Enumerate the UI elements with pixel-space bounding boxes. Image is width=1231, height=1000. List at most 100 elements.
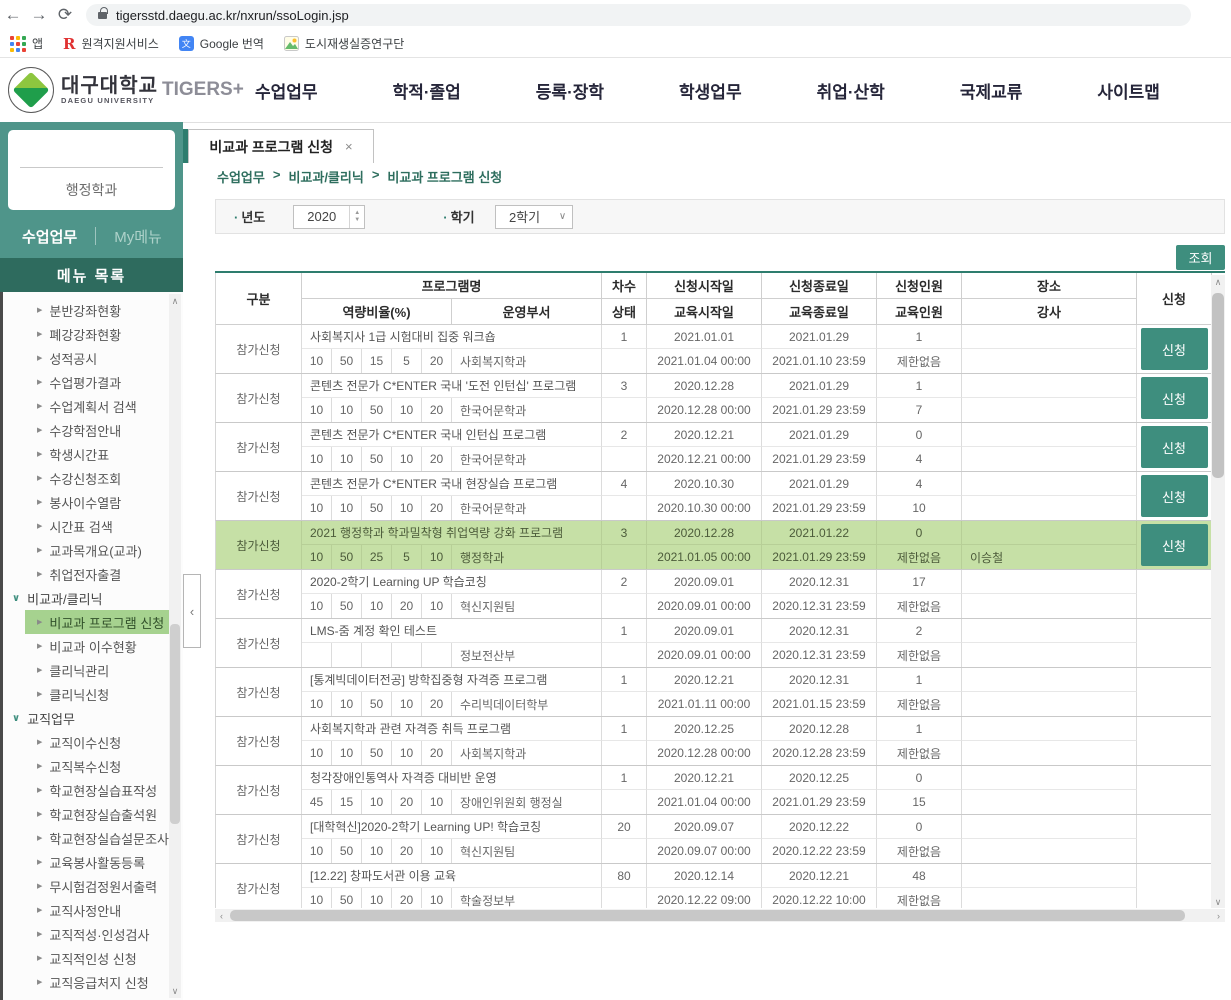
cell-apply-start: 2020.12.21: [647, 766, 762, 790]
scroll-up-icon[interactable]: ∧: [169, 294, 181, 308]
col-apply-end: 신청종료일: [762, 273, 877, 299]
sidebar-item[interactable]: ▶수강신청조회: [3, 466, 183, 490]
sidebar-group[interactable]: ∨교직업무: [3, 706, 183, 730]
cell-ratio: 10: [332, 398, 362, 422]
semester-select[interactable]: 2학기 ∨: [495, 205, 573, 229]
sidebar-item[interactable]: ▶분반강좌현황: [3, 298, 183, 322]
cell-program-name: 콘텐츠 전문가 C*ENTER 국내 '도전 인턴십' 프로그램: [302, 374, 602, 398]
apply-button[interactable]: 신청: [1141, 377, 1208, 419]
apply-button[interactable]: 신청: [1141, 475, 1208, 517]
cell-status: [602, 888, 647, 908]
sidebar-item[interactable]: ▶교직이수신청: [3, 730, 183, 754]
sidebar-tab-work[interactable]: 수업업무: [22, 226, 77, 247]
nav-item[interactable]: 국제교류: [960, 78, 1023, 103]
breadcrumb-item[interactable]: 비교과 프로그램 신청: [387, 167, 502, 186]
cell-department: 사회복지학과: [452, 741, 602, 765]
cell-category: 참가신청: [216, 374, 302, 422]
table-vertical-scrollbar[interactable]: ∧ ∨: [1211, 275, 1225, 908]
refresh-icon[interactable]: ⟳: [52, 5, 78, 25]
nav-item[interactable]: 등록·장학: [536, 78, 604, 103]
table-horizontal-scrollbar[interactable]: ‹ ›: [215, 909, 1225, 922]
sidebar-item[interactable]: ▶비교과 이수현황: [3, 634, 183, 658]
sidebar-item[interactable]: ▶학생시간표: [3, 442, 183, 466]
bookmark-google-translate[interactable]: 文 Google 번역: [179, 35, 264, 52]
back-icon[interactable]: ←: [0, 5, 26, 25]
scroll-down-icon[interactable]: ∨: [1211, 895, 1225, 908]
nav-item[interactable]: 수업업무: [255, 78, 318, 103]
table-row-group: 참가신청[통계빅데이터전공] 방학집중형 자격증 프로그램1010501020수…: [215, 668, 1211, 717]
scrollbar-thumb[interactable]: [1212, 293, 1224, 478]
cell-edu-count: 제한없음: [877, 741, 962, 765]
sidebar-item[interactable]: ▶수업계획서 검색: [3, 394, 183, 418]
cell-category: 참가신청: [216, 521, 302, 569]
close-icon[interactable]: ×: [345, 139, 353, 154]
page-tab[interactable]: 비교과 프로그램 신청 ×: [188, 129, 374, 163]
bookmark-label: Google 번역: [200, 35, 264, 52]
scrollbar-thumb[interactable]: [230, 910, 1185, 921]
sidebar-item[interactable]: ▶학교현장실습설문조사: [3, 826, 183, 850]
bookmark-apps[interactable]: 앱: [10, 35, 43, 52]
nav-item[interactable]: 사이트맵: [1097, 78, 1160, 103]
apply-button[interactable]: 신청: [1141, 426, 1208, 468]
bookmark-urban-research[interactable]: 도시재생실증연구단: [284, 35, 404, 52]
bookmark-remote-support[interactable]: R 원격지원서비스: [63, 35, 159, 53]
sidebar-item[interactable]: ▶무시험검정원서출력: [3, 874, 183, 898]
university-logo[interactable]: 대구대학교 DAEGU UNIVERSITY TIGERS+: [8, 67, 244, 113]
sidebar-item[interactable]: ▶교직복수신청: [3, 754, 183, 778]
nav-item[interactable]: 학적·졸업: [393, 78, 461, 103]
sidebar-item[interactable]: ▶성적공시: [3, 346, 183, 370]
address-bar[interactable]: tigersstd.daegu.ac.kr/nxrun/ssoLogin.jsp: [86, 4, 1191, 26]
sidebar-item[interactable]: ▶취업전자출결: [3, 562, 183, 586]
sidebar-item-label: 교직업무: [27, 709, 75, 728]
lock-icon: [98, 12, 107, 19]
sidebar-item[interactable]: ▶학교현장실습출석원: [3, 802, 183, 826]
table-row-group: 참가신청LMS-줌 계정 확인 테스트정보전산부12020.09.012020.…: [215, 619, 1211, 668]
search-button[interactable]: 조회: [1176, 245, 1225, 270]
sidebar-group[interactable]: ∨비교과/클리닉: [3, 586, 183, 610]
cell-order: 1: [602, 325, 647, 349]
sidebar-menu-list: ▶분반강좌현황▶폐강강좌현황▶성적공시▶수업평가결과▶수업계획서 검색▶수강학점…: [3, 292, 183, 994]
sidebar-collapse-handle[interactable]: ‹: [183, 574, 201, 648]
breadcrumb-item[interactable]: 비교과/클리닉: [288, 167, 363, 186]
scroll-down-icon[interactable]: ∨: [169, 984, 181, 998]
sidebar-item[interactable]: ▶교과목개요(교과): [3, 538, 183, 562]
year-spinner[interactable]: 2020 ▲▼: [293, 205, 365, 229]
sidebar-item[interactable]: ▶교직적성·인성검사: [3, 922, 183, 946]
sidebar-item[interactable]: ▶수강학점안내: [3, 418, 183, 442]
cell-edu-end: 2021.01.29 23:59: [762, 447, 877, 471]
profile-photo-area: [20, 130, 163, 168]
apply-button[interactable]: 신청: [1141, 328, 1208, 370]
apply-button[interactable]: 신청: [1141, 524, 1208, 566]
sidebar-tab-my[interactable]: My메뉴: [114, 226, 162, 247]
year-value[interactable]: 2020: [294, 209, 349, 224]
sidebar-item[interactable]: ▶교육봉사활동등록: [3, 850, 183, 874]
nav-item[interactable]: 학생업무: [679, 78, 742, 103]
scroll-right-icon[interactable]: ›: [1212, 911, 1225, 921]
sidebar-item[interactable]: ▶시간표 검색: [3, 514, 183, 538]
scrollbar-thumb[interactable]: [170, 624, 180, 824]
breadcrumb-item[interactable]: 수업업무: [217, 167, 265, 186]
cell-place: [962, 570, 1137, 594]
sidebar-item-label: 수강학점안내: [49, 421, 121, 440]
sidebar-item[interactable]: ▶비교과 프로그램 신청: [25, 610, 169, 634]
sidebar-item[interactable]: ▶교직적인성 신청: [3, 946, 183, 970]
scroll-up-icon[interactable]: ∧: [1211, 275, 1225, 290]
nav-item[interactable]: 취업·산학: [817, 78, 885, 103]
sidebar-item[interactable]: ▶학교현장실습표작성: [3, 778, 183, 802]
cell-apply: 신청: [1137, 521, 1212, 569]
sidebar-item[interactable]: ▶교직사정안내: [3, 898, 183, 922]
sidebar-item[interactable]: ▶수업평가결과: [3, 370, 183, 394]
spinner-arrows-icon[interactable]: ▲▼: [349, 206, 364, 228]
forward-icon[interactable]: →: [26, 5, 52, 25]
sidebar-item[interactable]: ▶봉사이수열람: [3, 490, 183, 514]
sidebar-item[interactable]: ▶클리닉관리: [3, 658, 183, 682]
sidebar-scrollbar[interactable]: ∧ ∨: [169, 294, 181, 998]
sidebar-item[interactable]: ▶교직응급처지 신청: [3, 970, 183, 994]
sidebar-item[interactable]: ▶폐강강좌현황: [3, 322, 183, 346]
sidebar-item[interactable]: ▶클리닉신청: [3, 682, 183, 706]
url-text[interactable]: tigersstd.daegu.ac.kr/nxrun/ssoLogin.jsp: [116, 8, 349, 23]
cell-department: 혁신지원팀: [452, 594, 602, 618]
scroll-left-icon[interactable]: ‹: [215, 911, 228, 921]
sidebar-item-label: 클리닉신청: [49, 685, 109, 704]
cell-department: 수리빅데이터학부: [452, 692, 602, 716]
